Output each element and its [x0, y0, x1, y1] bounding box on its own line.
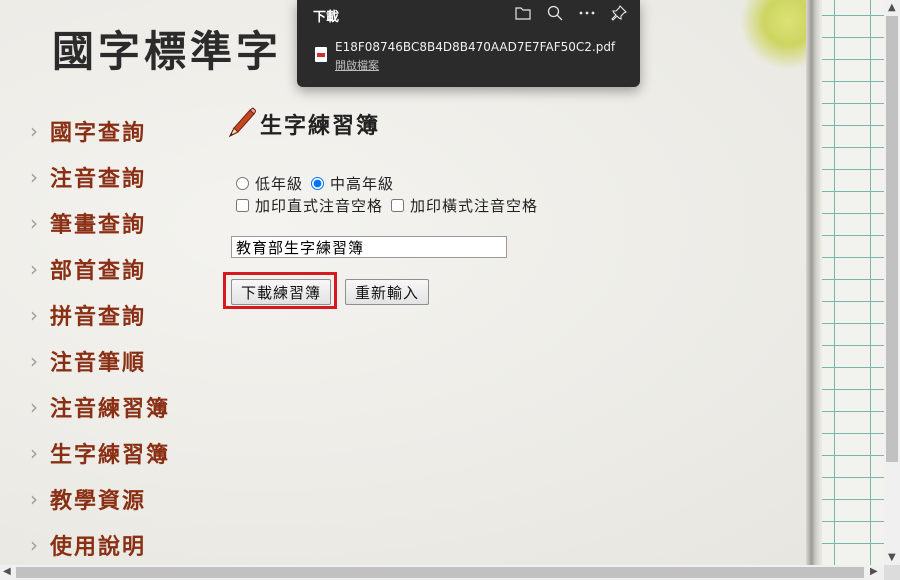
grade-row: 低年級 中高年級	[234, 172, 544, 194]
nav-item-label: 部首查詢	[50, 258, 147, 284]
nav-item-zhuyin-workbook[interactable]: › 注音練習簿	[30, 384, 170, 430]
grade-low-label: 低年級	[255, 174, 304, 193]
chevron-right-icon: ›	[30, 303, 38, 327]
nav-item-teaching-resources[interactable]: › 教學資源	[30, 476, 170, 522]
download-panel-title: 下載	[313, 10, 340, 25]
characters-input[interactable]	[231, 236, 507, 258]
chevron-right-icon: ›	[30, 211, 38, 235]
scroll-down-arrow-icon[interactable]: ▼	[888, 552, 896, 563]
chevron-right-icon: ›	[30, 441, 38, 465]
options-row: 加印直式注音空格 加印橫式注音空格	[234, 194, 544, 216]
horizontal-zhuyin-label: 加印橫式注音空格	[410, 196, 539, 215]
nav-item-label: 教學資源	[50, 488, 147, 514]
sidebar-nav: › 國字查詢 › 注音查詢 › 筆畫查詢 › 部首查詢 › 拼音查詢 › 注音筆…	[30, 108, 170, 568]
horizontal-zhuyin-option[interactable]: 加印橫式注音空格	[389, 195, 538, 216]
vertical-zhuyin-option[interactable]: 加印直式注音空格	[234, 195, 383, 216]
nav-item-radical-query[interactable]: › 部首查詢	[30, 246, 170, 292]
pin-icon[interactable]	[610, 4, 628, 22]
download-panel: 下載 E18F08746BC8B4D8B470AAD7E7FAF50C2.pdf…	[297, 0, 640, 87]
chevron-right-icon: ›	[30, 533, 38, 557]
grade-midhigh-option[interactable]: 中高年級	[309, 173, 394, 194]
nav-item-label: 注音查詢	[50, 166, 147, 192]
pencil-icon	[228, 107, 256, 138]
reset-button[interactable]: 重新輸入	[345, 279, 429, 305]
download-filename: E18F08746BC8B4D8B470AAD7E7FAF50C2.pdf	[335, 40, 616, 54]
scroll-left-arrow-icon[interactable]: ◀	[3, 566, 11, 577]
chevron-right-icon: ›	[30, 487, 38, 511]
nav-item-character-workbook[interactable]: › 生字練習簿	[30, 430, 170, 476]
download-workbook-button[interactable]: 下載練習簿	[231, 279, 331, 305]
scrollbar-corner	[884, 565, 900, 580]
nav-item-pinyin-query[interactable]: › 拼音查詢	[30, 292, 170, 338]
nav-item-label: 注音練習簿	[50, 396, 171, 422]
nav-item-zhuyin-query[interactable]: › 注音查詢	[30, 154, 170, 200]
nav-item-label: 拼音查詢	[50, 304, 147, 330]
workbook-form: 低年級 中高年級 加印直式注音空格 加印橫式注音空格	[234, 172, 544, 216]
vertical-scroll-thumb[interactable]	[886, 16, 898, 462]
nav-item-label: 筆畫查詢	[50, 212, 147, 238]
nav-item-label: 生字練習簿	[50, 442, 171, 468]
open-file-link[interactable]: 開啟檔案	[335, 57, 379, 73]
nav-item-stroke-query[interactable]: › 筆畫查詢	[30, 200, 170, 246]
folder-icon[interactable]	[514, 4, 532, 22]
nav-item-label: 國字查詢	[50, 120, 147, 146]
grade-low-option[interactable]: 低年級	[234, 173, 303, 194]
scroll-right-arrow-icon[interactable]: ▶	[870, 566, 878, 577]
scroll-up-arrow-icon[interactable]: ▲	[888, 2, 896, 13]
grid-strip-decoration	[822, 0, 884, 565]
horizontal-scroll-thumb[interactable]	[16, 567, 864, 578]
chevron-right-icon: ›	[30, 165, 38, 189]
pdf-file-icon	[315, 47, 327, 62]
nav-item-zhuyin-stroke[interactable]: › 注音筆順	[30, 338, 170, 384]
section-heading: 生字練習簿	[224, 106, 380, 142]
nav-item-label: 使用說明	[50, 534, 147, 560]
horizontal-zhuyin-checkbox[interactable]	[391, 198, 405, 212]
section-title: 生字練習簿	[260, 113, 381, 139]
nav-item-help[interactable]: › 使用說明	[30, 522, 170, 568]
grade-low-radio[interactable]	[236, 176, 249, 190]
nav-item-guozi-query[interactable]: › 國字查詢	[30, 108, 170, 154]
search-icon[interactable]	[546, 4, 564, 22]
chevron-right-icon: ›	[30, 349, 38, 373]
nav-item-label: 注音筆順	[50, 350, 147, 376]
chevron-right-icon: ›	[30, 257, 38, 281]
more-icon[interactable]	[578, 4, 596, 22]
grade-midhigh-radio[interactable]	[311, 176, 325, 190]
vertical-zhuyin-label: 加印直式注音空格	[255, 196, 384, 215]
download-panel-toolbar	[514, 4, 628, 22]
chevron-right-icon: ›	[30, 395, 38, 419]
notebook-spine	[806, 0, 820, 565]
grade-midhigh-label: 中高年級	[330, 174, 395, 193]
vertical-zhuyin-checkbox[interactable]	[236, 198, 249, 212]
site-title: 國字標準字	[52, 27, 283, 76]
chevron-right-icon: ›	[30, 119, 38, 143]
